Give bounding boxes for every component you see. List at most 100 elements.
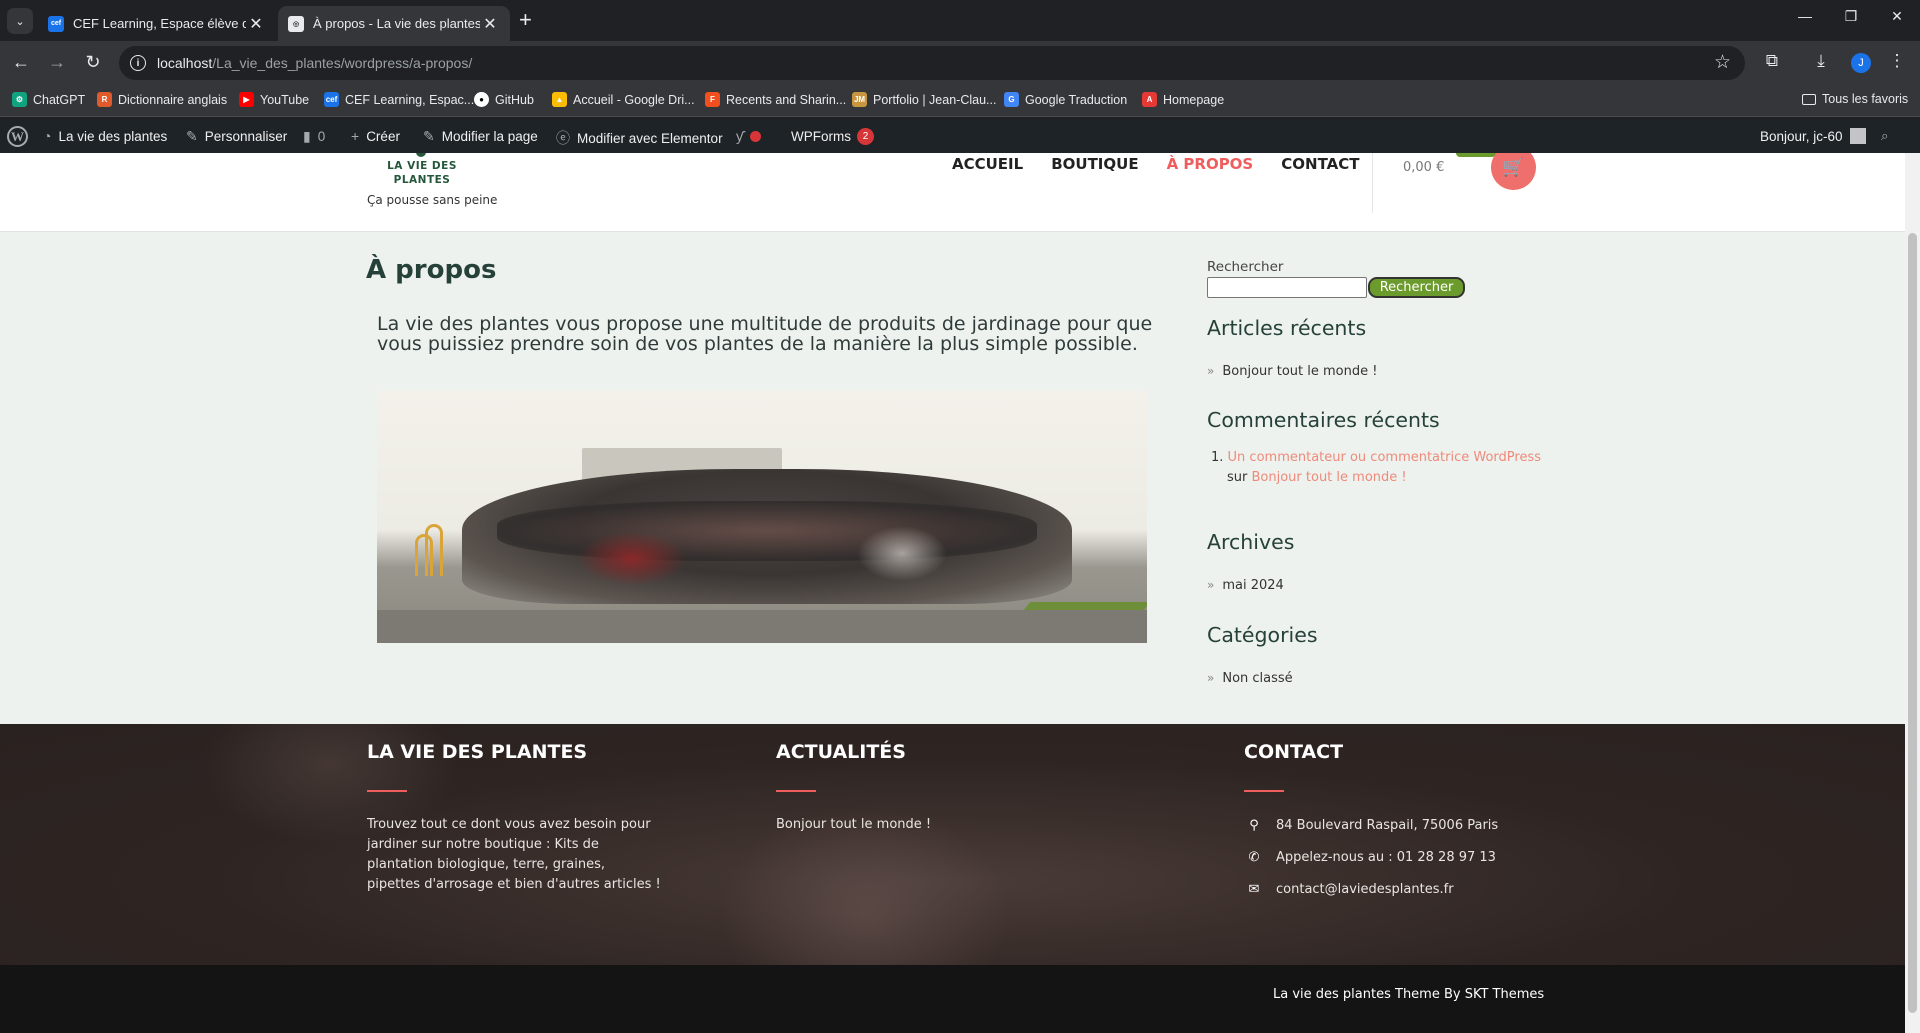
footer-contact-title: CONTACT xyxy=(1244,741,1344,763)
footer-news-title: ACTUALITÉS xyxy=(776,741,906,763)
recent-comments-title: Commentaires récents xyxy=(1207,408,1440,432)
bookmark-portfolio[interactable]: JM Portfolio | Jean-Clau... xyxy=(852,92,996,107)
bookmark-github[interactable]: ● GitHub xyxy=(474,92,534,107)
map-pin-icon: ⚲ xyxy=(1249,818,1259,833)
archive-link[interactable]: » mai 2024 xyxy=(1207,578,1284,593)
categories-title: Catégories xyxy=(1207,623,1318,647)
bookmark-figma[interactable]: F Recents and Sharin... xyxy=(705,92,846,107)
profile-avatar[interactable]: J xyxy=(1851,53,1871,73)
close-tab-icon[interactable]: ✕ xyxy=(246,14,266,34)
dashboard-icon: ◔ xyxy=(43,128,52,144)
google-drive-icon: ▲ xyxy=(552,92,567,107)
group-photo xyxy=(377,391,1147,643)
bookmark-cef[interactable]: cef CEF Learning, Espac... xyxy=(324,92,474,107)
wp-account[interactable]: Bonjour, jc-60 xyxy=(1760,128,1866,144)
bookmark-chatgpt[interactable]: ⚙ ChatGPT xyxy=(12,92,85,107)
browser-tabstrip: ⌄ cef CEF Learning, Espace élève du C ✕ … xyxy=(0,0,1920,41)
logo-leaf-icon xyxy=(416,153,426,157)
cart-total[interactable]: 0,00 € xyxy=(1403,160,1444,175)
copyright-text[interactable]: La vie des plantes Theme By SKT Themes xyxy=(1273,987,1544,1002)
forward-button[interactable]: → xyxy=(44,50,70,74)
comment-icon: ▮ xyxy=(303,128,311,144)
header-divider xyxy=(1372,153,1373,213)
wp-new[interactable]: + Créer xyxy=(351,128,400,144)
page-favicon-icon: ◎ xyxy=(288,15,304,32)
footer-news-link[interactable]: Bonjour tout le monde ! xyxy=(776,815,931,835)
footer-about-title: LA VIE DES PLANTES xyxy=(367,741,588,763)
bookmark-homepage[interactable]: A Homepage xyxy=(1142,92,1224,107)
all-bookmarks-folder[interactable]: Tous les favoris xyxy=(1802,92,1908,106)
archives-title: Archives xyxy=(1207,530,1295,554)
extensions-icon[interactable]: ⧉ xyxy=(1760,51,1784,71)
bookmarks-bar: ⚙ ChatGPT R Dictionnaire anglais ▶ YouTube … xyxy=(0,83,1920,117)
wp-edit-page[interactable]: ✎ Modifier la page xyxy=(423,128,538,145)
footer-underline xyxy=(1244,790,1284,792)
page-title: À propos xyxy=(366,255,497,285)
dictionary-icon: R xyxy=(97,92,112,107)
bookmark-youtube[interactable]: ▶ YouTube xyxy=(239,92,309,107)
phone-icon: ✆ xyxy=(1248,850,1260,865)
wp-edit-elementor[interactable]: ⓔ Modifier avec Elementor xyxy=(556,128,723,148)
chevron-right-icon: » xyxy=(1207,364,1215,378)
category-link[interactable]: » Non classé xyxy=(1207,671,1293,686)
yoast-icon: ƴ xyxy=(736,128,743,144)
chevron-right-icon: » xyxy=(1207,671,1215,685)
tab-search-button[interactable]: ⌄ xyxy=(7,8,33,34)
seo-status-dot xyxy=(750,130,761,142)
search-input[interactable] xyxy=(1207,277,1367,298)
wp-search-icon[interactable]: ⌕ xyxy=(1881,128,1889,144)
page-viewport: LA VIE DES PLANTES Ça pousse sans peine A… xyxy=(0,153,1920,1033)
address-bar[interactable]: i localhost/La_vie_des_plantes/wordpress… xyxy=(119,46,1745,80)
cef-favicon-icon: cef xyxy=(48,15,64,32)
site-logo[interactable]: LA VIE DES PLANTES xyxy=(367,159,477,187)
site-info-icon[interactable]: i xyxy=(130,55,146,71)
tab-a-propos[interactable]: ◎ À propos - La vie des plantes ✕ xyxy=(278,6,510,41)
back-button[interactable]: ← xyxy=(8,50,34,74)
homepage-icon: A xyxy=(1142,92,1157,107)
recent-comment-post[interactable]: sur Bonjour tout le monde ! xyxy=(1227,470,1407,485)
cart-icon[interactable]: 🛒 xyxy=(1491,153,1536,190)
browser-menu-icon[interactable]: ⋮ xyxy=(1885,51,1909,71)
recent-post-link[interactable]: » Bonjour tout le monde ! xyxy=(1207,364,1377,379)
downloads-icon[interactable]: ⤓ xyxy=(1809,51,1833,71)
tab-title: À propos - La vie des plantes xyxy=(313,16,480,31)
site-footer: LA VIE DES PLANTES Trouvez tout ce dont … xyxy=(0,724,1905,965)
close-window-button[interactable]: ✕ xyxy=(1882,8,1912,25)
copyright-bar: La vie des plantes Theme By SKT Themes xyxy=(0,965,1905,1033)
pencil-icon: ✎ xyxy=(423,128,435,144)
wp-site-name[interactable]: ◔ La vie des plantes xyxy=(43,128,167,144)
cart-accent-bar xyxy=(1456,153,1496,157)
nav-contact[interactable]: CONTACT xyxy=(1281,155,1359,173)
bookmark-star-icon[interactable]: ☆ xyxy=(1714,51,1731,74)
search-label: Rechercher xyxy=(1207,259,1284,275)
minimize-button[interactable]: — xyxy=(1790,8,1820,24)
bookmark-dictionnaire[interactable]: R Dictionnaire anglais xyxy=(97,92,227,107)
wp-comments[interactable]: ▮ 0 xyxy=(303,128,325,145)
elementor-icon: ⓔ xyxy=(556,130,570,146)
bookmark-google-traduction[interactable]: G Google Traduction xyxy=(1004,92,1127,107)
nav-a-propos[interactable]: À PROPOS xyxy=(1167,155,1254,173)
wp-customize[interactable]: ✎ Personnaliser xyxy=(186,128,287,145)
footer-email[interactable]: ✉ contact@laviedesplantes.fr xyxy=(1244,882,1454,897)
page-scrollbar[interactable] xyxy=(1905,153,1920,1033)
footer-underline xyxy=(776,790,816,792)
scrollbar-thumb[interactable] xyxy=(1908,233,1917,1013)
footer-underline xyxy=(367,790,407,792)
wp-yoast[interactable]: ƴ xyxy=(736,128,761,144)
recent-posts-title: Articles récents xyxy=(1207,316,1367,340)
wpforms-badge: 2 xyxy=(857,128,874,145)
site-tagline: Ça pousse sans peine xyxy=(367,193,498,207)
recent-comment-author[interactable]: 1. Un commentateur ou commentatrice Word… xyxy=(1211,450,1541,465)
tab-cef-learning[interactable]: cef CEF Learning, Espace élève du C ✕ xyxy=(38,6,276,41)
close-tab-icon[interactable]: ✕ xyxy=(480,14,500,34)
reload-button[interactable]: ↻ xyxy=(80,50,106,74)
restore-button[interactable]: ❐ xyxy=(1836,8,1866,25)
nav-accueil[interactable]: ACCUEIL xyxy=(952,155,1023,173)
url-text[interactable]: localhost/La_vie_des_plantes/wordpress/a… xyxy=(157,55,472,71)
wp-wpforms[interactable]: WPForms 2 xyxy=(791,128,874,145)
new-tab-button[interactable]: + xyxy=(519,9,532,31)
nav-boutique[interactable]: BOUTIQUE xyxy=(1051,155,1138,173)
bookmark-google-drive[interactable]: ▲ Accueil - Google Dri... xyxy=(552,92,695,107)
search-button[interactable]: Rechercher xyxy=(1368,277,1465,298)
wordpress-logo-icon[interactable]: W xyxy=(7,126,28,147)
